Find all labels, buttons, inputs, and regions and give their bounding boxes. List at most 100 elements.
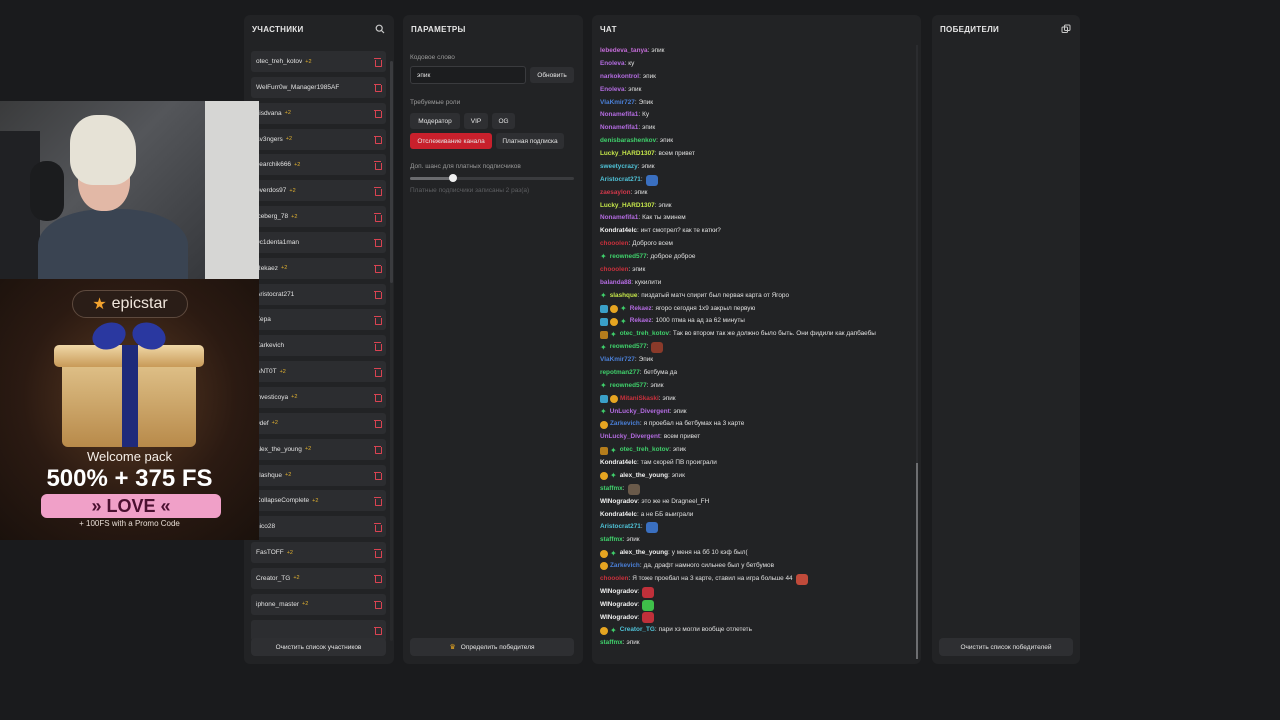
participant-row[interactable]: alex_the_young +2 (251, 438, 386, 460)
chat-username[interactable]: Kondrat4elc (600, 225, 637, 238)
determine-winner-button[interactable]: ♛ Определить победителя (410, 638, 574, 656)
chat-username[interactable]: Zarkevich (610, 418, 640, 431)
chat-username[interactable]: Rekaez (630, 303, 652, 316)
role-vip-button[interactable]: VIP (464, 113, 488, 129)
participant-row[interactable]: iceberg_78 +2 (251, 206, 386, 228)
chat-username[interactable]: staffmx (600, 483, 623, 496)
trash-icon[interactable] (374, 393, 382, 403)
participant-row[interactable]: Aristocrat271 (251, 283, 386, 305)
participant-row[interactable]: WelFurr0w_Manager1985AF (251, 76, 386, 98)
chat-username[interactable]: otec_treh_kotov (620, 328, 669, 341)
chat-username[interactable]: balanda88 (600, 277, 631, 290)
chat-username[interactable]: reowned577 (610, 341, 647, 354)
chat-username[interactable]: VlaKmir727 (600, 97, 635, 110)
participants-scrollbar[interactable] (390, 61, 393, 283)
participant-row[interactable]: Zarkevich (251, 335, 386, 357)
chat-username[interactable]: Nonamefifa1 (600, 109, 638, 122)
participant-row[interactable]: Creator_TG +2 (251, 567, 386, 589)
chat-username[interactable]: reowned577 (610, 251, 647, 264)
chat-username[interactable]: Aristocrat271 (600, 521, 641, 534)
chat-username[interactable]: Lucky_HARD1307 (600, 148, 655, 161)
chat-username[interactable]: lebedeva_tanya (600, 45, 648, 58)
chat-username[interactable]: reowned577 (610, 380, 647, 393)
chat-username[interactable]: Kondrat4elc (600, 457, 637, 470)
participant-row[interactable]: Zepa (251, 309, 386, 331)
chat-username[interactable]: sweetycrazy (600, 161, 638, 174)
participant-row[interactable]: 0def +2 (251, 412, 386, 434)
trash-icon[interactable] (374, 471, 382, 480)
chat-username[interactable]: chooolen (600, 264, 628, 277)
code-word-input[interactable]: эпик (410, 66, 526, 84)
update-button[interactable]: Обновить (530, 67, 574, 83)
trash-icon[interactable] (374, 549, 382, 558)
trash-icon[interactable] (374, 419, 382, 429)
participant-row[interactable]: slashque +2 (251, 464, 386, 486)
chat-username[interactable]: staffmx (600, 534, 623, 547)
chat-username[interactable]: WINogradov (600, 612, 638, 625)
trash-icon[interactable] (374, 626, 382, 636)
trash-icon[interactable] (374, 109, 382, 119)
participant-row[interactable]: ANT0T +2 (251, 361, 386, 383)
participant-row[interactable]: CollapseComplete +2 (251, 490, 386, 512)
slider-knob[interactable] (448, 174, 457, 182)
role-moderator-button[interactable]: Модератор (410, 113, 460, 129)
trash-icon[interactable] (374, 83, 382, 93)
participant-row[interactable]: iphone_master +2 (251, 593, 386, 615)
participant-row[interactable]: av3ngers +2 (251, 128, 386, 150)
participant-row[interactable]: overdos97 +2 (251, 180, 386, 202)
trash-icon[interactable] (374, 135, 382, 145)
trash-icon[interactable] (374, 574, 382, 584)
ad-banner[interactable]: ★ epicstar Welcome pack 500% + 375 FS » … (0, 279, 259, 540)
participant-row[interactable]: kisdvana +2 (251, 102, 386, 124)
extra-chance-slider[interactable] (410, 174, 574, 182)
chat-username[interactable]: Rekaez (630, 315, 652, 328)
clear-winners-button[interactable]: Очистить список победителей (939, 638, 1073, 656)
chat-username[interactable]: Enoleva (600, 84, 625, 97)
chat-username[interactable]: Nonamefifa1 (600, 122, 638, 135)
trash-icon[interactable] (374, 445, 382, 455)
chat-username[interactable]: WINogradov (600, 599, 638, 612)
chat-username[interactable]: Creator_TG (620, 624, 655, 637)
chat-username[interactable]: denisbarashenkov (600, 135, 656, 148)
chat-username[interactable]: alex_the_young (620, 470, 668, 483)
participant-row[interactable]: FasTOFF +2 (251, 542, 386, 564)
trash-icon[interactable] (374, 213, 382, 222)
trash-icon[interactable] (374, 187, 382, 196)
trash-icon[interactable] (374, 238, 382, 248)
chat-username[interactable]: Kondrat4elc (600, 509, 637, 522)
trash-icon[interactable] (374, 342, 382, 351)
clear-participants-button[interactable]: Очистить список участников (251, 638, 386, 656)
chat-username[interactable]: slashque (610, 290, 638, 303)
chat-scrollbar[interactable] (916, 463, 918, 659)
participant-row[interactable]: 0c1denta1man (251, 231, 386, 253)
role-paid-button[interactable]: Платная подписка (496, 133, 564, 149)
role-follow-button[interactable]: Отслеживание канала (410, 133, 492, 149)
chat-username[interactable]: Zarkevich (610, 560, 640, 573)
participant-row[interactable]: searchik666 +2 (251, 154, 386, 176)
chat-username[interactable]: narkokontrol (600, 71, 639, 84)
chat-username[interactable]: UnLucky_Divergent (600, 431, 660, 444)
chat-username[interactable]: zaesaylon (600, 187, 631, 200)
ad-promo-pill[interactable]: » LOVE « (41, 494, 221, 518)
trash-icon[interactable] (374, 523, 382, 532)
chat-username[interactable]: alex_the_young (620, 547, 668, 560)
role-og-button[interactable]: OG (492, 113, 515, 129)
chat-username[interactable]: VlaKmir727 (600, 354, 635, 367)
trash-icon[interactable] (374, 58, 382, 67)
trash-icon[interactable] (374, 497, 382, 506)
trash-icon[interactable] (374, 264, 382, 274)
chat-username[interactable]: chooolen (600, 573, 628, 586)
chat-username[interactable]: WINogradov (600, 496, 638, 509)
chat-username[interactable]: UnLucky_Divergent (610, 406, 670, 419)
participant-row[interactable]: investicoya +2 (251, 386, 386, 408)
chat-username[interactable]: MitaniSkaski (620, 393, 659, 406)
trash-icon[interactable] (374, 316, 382, 325)
chat-username[interactable]: chooolen (600, 238, 628, 251)
trash-icon[interactable] (374, 161, 382, 170)
search-icon[interactable] (374, 23, 386, 35)
copy-icon[interactable] (1060, 23, 1072, 35)
chat-username[interactable]: otec_treh_kotov (620, 444, 669, 457)
trash-icon[interactable] (374, 368, 382, 377)
trash-icon[interactable] (374, 600, 382, 610)
chat-username[interactable]: Aristocrat271 (600, 174, 641, 187)
